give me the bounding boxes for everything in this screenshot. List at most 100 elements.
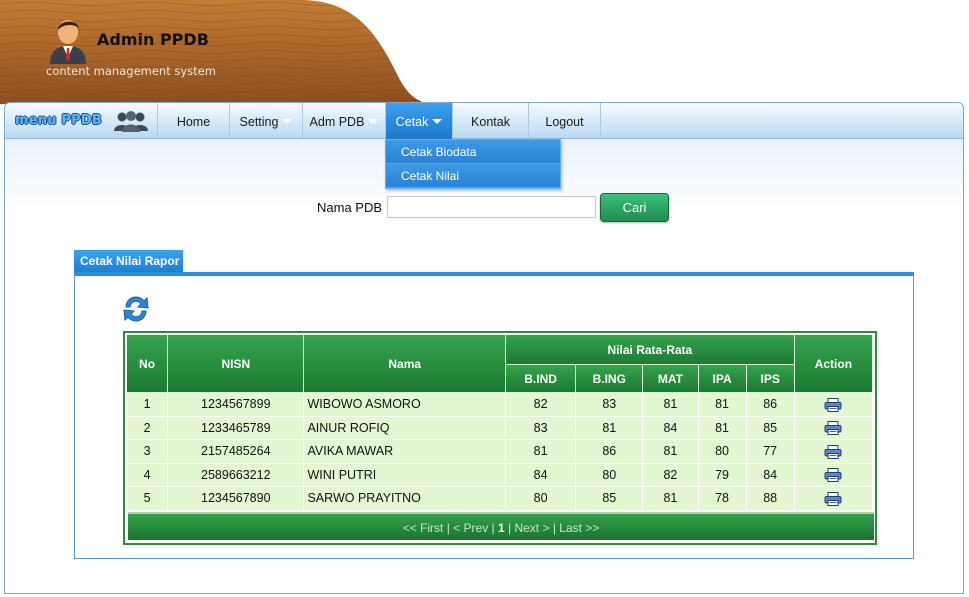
col-nisn: NISN (168, 335, 305, 393)
menu-kontak[interactable]: Kontak (453, 103, 529, 139)
users-group-icon (113, 109, 149, 133)
menu-setting[interactable]: Setting (230, 103, 303, 139)
col-group-nilai: Nilai Rata-Rata (506, 335, 795, 365)
cell-nisn: 1234567899 (168, 393, 305, 417)
menu-setting-label: Setting (239, 115, 279, 129)
cell-nisn: 2157485264 (168, 440, 305, 464)
cell-bind: 81 (506, 440, 577, 464)
admin-avatar-icon (46, 14, 90, 64)
table-row: 5 1234567890 SARWO PRAYITNO 80 85 81 78 88 (127, 487, 873, 511)
cetak-dropdown: Cetak Biodata Cetak Nilai (385, 139, 561, 189)
chevron-down-icon (368, 119, 379, 124)
panel-tab-title[interactable]: Cetak Nilai Rapor (74, 250, 183, 272)
cell-nama: SARWO PRAYITNO (304, 487, 506, 511)
cell-no: 5 (127, 487, 169, 511)
cell-mat: 84 (643, 416, 699, 440)
chevron-down-icon (282, 119, 293, 124)
cell-ips: 86 (746, 393, 795, 417)
menu-home[interactable]: Home (158, 103, 230, 139)
table-body: 1 1234567899 WIBOWO ASMORO 82 83 81 81 86 2 12334… (127, 393, 873, 511)
col-action: Action (794, 335, 873, 393)
menu-brand-label: menu PPDB (15, 113, 102, 128)
cell-action (794, 487, 873, 511)
nilai-table: No NISN Nama Nilai Rata-Rata Action B.IN… (127, 335, 873, 511)
cell-ipa: 78 (698, 487, 747, 511)
menu-cetak[interactable]: Cetak (386, 103, 453, 139)
cell-bing: 85 (576, 487, 644, 511)
col-mat: MAT (643, 365, 699, 393)
dropdown-cetak-biodata[interactable]: Cetak Biodata (386, 140, 560, 164)
pager-prev[interactable]: < Prev (453, 521, 488, 535)
dropdown-cetak-nilai[interactable]: Cetak Nilai (386, 164, 560, 188)
cell-ipa: 81 (698, 393, 747, 417)
print-icon[interactable] (824, 468, 842, 483)
print-icon[interactable] (824, 421, 842, 436)
cell-no: 3 (127, 440, 169, 464)
menu-kontak-label: Kontak (471, 115, 510, 129)
cell-bing: 86 (576, 440, 644, 464)
cell-ips: 85 (746, 416, 795, 440)
chevron-down-icon (432, 119, 443, 124)
cell-action (794, 463, 873, 487)
cell-ips: 84 (746, 463, 795, 487)
cell-no: 4 (127, 463, 169, 487)
cell-action (794, 416, 873, 440)
cell-bind: 83 (506, 416, 577, 440)
print-icon[interactable] (824, 444, 842, 459)
cell-bing: 81 (576, 416, 644, 440)
cell-bind: 80 (506, 487, 577, 511)
col-nama: Nama (304, 335, 506, 393)
cell-ips: 77 (746, 440, 795, 464)
cell-nama: AVIKA MAWAR (304, 440, 506, 464)
cell-action (794, 440, 873, 464)
cell-no: 2 (127, 416, 169, 440)
cell-mat: 81 (643, 393, 699, 417)
pager-current: 1 (497, 521, 505, 535)
cell-ipa: 81 (698, 416, 747, 440)
table-row: 4 2589663212 WINI PUTRI 84 80 82 79 84 (127, 463, 873, 487)
app-title: Admin PPDB (97, 30, 209, 49)
cell-nisn: 1234567890 (168, 487, 305, 511)
cell-bind: 82 (506, 393, 577, 417)
pager-next[interactable]: Next > (514, 521, 549, 535)
cell-nisn: 1233465789 (168, 416, 305, 440)
menu-logout-label: Logout (545, 115, 584, 129)
menu-adm-pdb-label: Adm PDB (309, 115, 365, 129)
cell-bing: 83 (576, 393, 644, 417)
table-row: 3 2157485264 AVIKA MAWAR 81 86 81 80 77 (127, 440, 873, 464)
menu-adm-pdb[interactable]: Adm PDB (303, 103, 386, 139)
menu-brand: menu PPDB (5, 103, 158, 139)
cell-no: 1 (127, 393, 169, 417)
table-row: 2 1233465789 AINUR ROFIQ 83 81 84 81 85 (127, 416, 873, 440)
menu-cetak-label: Cetak (395, 115, 429, 129)
cell-action (794, 393, 873, 417)
menu-logout[interactable]: Logout (529, 103, 601, 139)
col-ips: IPS (746, 365, 795, 393)
pager-last[interactable]: Last >> (559, 521, 599, 535)
pagination: << First | < Prev | 1 | Next > | Last >> (128, 512, 874, 540)
nilai-table-container: No NISN Nama Nilai Rata-Rata Action B.IN… (123, 331, 877, 545)
print-icon[interactable] (824, 397, 842, 412)
cell-nama: WINI PUTRI (304, 463, 506, 487)
cell-ipa: 80 (698, 440, 747, 464)
app-subtitle: content management system (46, 64, 216, 78)
cell-bind: 84 (506, 463, 577, 487)
cell-nisn: 2589663212 (168, 463, 305, 487)
refresh-icon[interactable] (120, 293, 152, 325)
search-button[interactable]: Cari (600, 193, 669, 222)
pager-first[interactable]: << First (403, 521, 444, 535)
search-input[interactable] (387, 196, 596, 218)
col-no: No (127, 335, 169, 393)
cell-mat: 81 (643, 487, 699, 511)
print-icon[interactable] (824, 491, 842, 506)
col-bing: B.ING (576, 365, 644, 393)
cell-nama: AINUR ROFIQ (304, 416, 506, 440)
cell-nama: WIBOWO ASMORO (304, 393, 506, 417)
header-banner (0, 0, 969, 104)
col-ipa: IPA (698, 365, 747, 393)
cell-bing: 80 (576, 463, 644, 487)
cell-mat: 82 (643, 463, 699, 487)
cell-ipa: 79 (698, 463, 747, 487)
table-row: 1 1234567899 WIBOWO ASMORO 82 83 81 81 86 (127, 393, 873, 417)
search-label: Nama PDB (317, 200, 383, 215)
